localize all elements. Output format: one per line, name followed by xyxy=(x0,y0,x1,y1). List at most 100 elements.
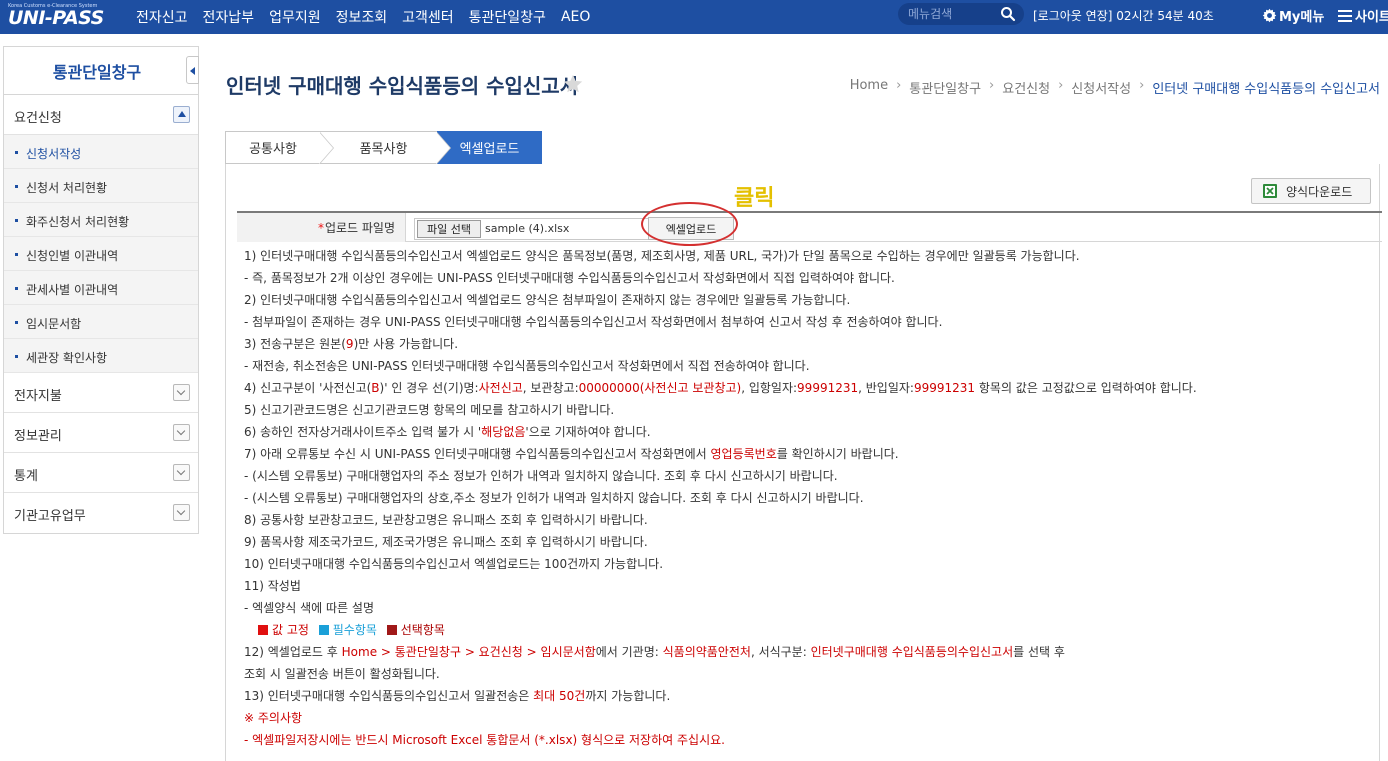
nav-item-aeo[interactable]: AEO xyxy=(561,9,590,25)
instruction-line: 3) 전송구분은 원본(9)만 사용 가능합니다. xyxy=(244,336,1374,358)
page-title: 인터넷 구매대행 수입식품등의 수입신고서 xyxy=(226,74,579,98)
star-icon[interactable] xyxy=(562,73,584,95)
instruction-line: 5) 신고기관코드명은 신고기관코드명 항목의 메모를 참고하시기 바랍니다. xyxy=(244,403,615,417)
sidebar-group-label: 기관고유업무 xyxy=(14,509,86,524)
tab-bar: 공통사항 품목사항 엑셀업로드 xyxy=(225,131,1380,164)
mymenu-button[interactable]: My메뉴 xyxy=(1262,6,1324,25)
instruction-line: - 즉, 품목정보가 2개 이상인 경우에는 UNI-PASS 인터넷구매대행 … xyxy=(244,271,895,285)
highlight-text: 최대 50건 xyxy=(533,689,586,703)
highlight-text: 99991231 xyxy=(913,381,976,395)
sidebar-item-owner-application-status[interactable]: 화주신청서 처리현황 xyxy=(4,203,198,237)
breadcrumb: Home › 통관단일창구 › 요건신청 › 신청서작성 › 인터넷 구매대행 … xyxy=(850,78,1380,97)
tab-excel-upload[interactable]: 엑셀업로드 xyxy=(437,131,542,164)
breadcrumb-requirements[interactable]: 요건신청 xyxy=(1002,78,1050,97)
choose-file-button[interactable]: 파일 선택 xyxy=(417,220,481,238)
sitemap-button[interactable]: 사이트 xyxy=(1338,6,1388,25)
required-swatch xyxy=(318,625,329,635)
upload-field-label: * 업로드 파일명 xyxy=(237,213,406,242)
sitemap-label: 사이트 xyxy=(1355,10,1388,25)
template-download-button[interactable]: 양식다운로드 xyxy=(1251,178,1371,204)
bullet-icon xyxy=(15,185,18,188)
instruction-line: 4) 신고구분이 '사전신고(B)' 인 경우 선(기)명:사전신고, 보관창고… xyxy=(244,380,1374,402)
breadcrumb-home[interactable]: Home xyxy=(850,78,888,97)
nav-item-work-support[interactable]: 업무지원 xyxy=(269,7,321,27)
mymenu-label: My메뉴 xyxy=(1279,10,1325,25)
nav-item-single-window[interactable]: 통관단일창구 xyxy=(469,7,546,27)
sidebar-item-label: 화주신청서 처리현황 xyxy=(26,215,130,229)
search-icon[interactable] xyxy=(1000,6,1016,22)
sidebar-group-requirements[interactable]: 요건신청 xyxy=(4,95,198,135)
breadcrumb-write-application[interactable]: 신청서작성 xyxy=(1071,78,1131,97)
highlight-text: 인터넷구매대행 수입식품등의수입신고서 xyxy=(810,645,1014,659)
instruction-line: 12) 엑셀업로드 후 Home > 통관단일창구 > 요건신청 > 임시문서함… xyxy=(244,644,1374,666)
highlight-text: 사전신고 xyxy=(478,381,523,395)
chevron-down-icon[interactable] xyxy=(173,504,190,521)
highlight-text: 식품의약품안전처 xyxy=(662,645,751,659)
chevron-down-icon[interactable] xyxy=(173,384,190,401)
instruction-line: - 첨부파일이 존재하는 경우 UNI-PASS 인터넷구매대행 수입식품등의수… xyxy=(244,315,943,329)
sidebar-item-label: 신청서 처리현황 xyxy=(26,181,108,195)
file-input[interactable]: 파일 선택 sample (4).xlsx xyxy=(414,218,650,240)
breadcrumb-single-window[interactable]: 통관단일창구 xyxy=(909,78,981,97)
highlight-text: 9 xyxy=(345,337,354,351)
session-timer[interactable]: [로그아웃 연장] 02시간 54분 40초 xyxy=(1033,7,1214,24)
caution-heading: ※ 주의사항 xyxy=(244,711,303,725)
caution-line: - 엑셀파일저장시에는 반드시 Microsoft Excel 통합문서 (*.… xyxy=(244,733,725,747)
instruction-line: 8) 공통사항 보관창고코드, 보관창고명은 유니패스 조회 후 입력하시기 바… xyxy=(244,513,648,527)
instruction-line: - 엑셀양식 색에 따른 설명 xyxy=(244,601,374,615)
nav-item-e-payment[interactable]: 전자납부 xyxy=(203,7,255,27)
tab-arrow-icon xyxy=(436,132,450,164)
bullet-icon xyxy=(15,355,18,358)
text-segment: 에서 기관명: xyxy=(595,645,663,659)
text-segment: )' 인 경우 선(기)명: xyxy=(379,381,479,395)
sidebar-group-e-payment[interactable]: 전자지불 xyxy=(4,373,198,413)
instruction-line: 조회 시 일괄전송 버튼이 활성화됩니다. xyxy=(244,667,440,681)
excel-icon xyxy=(1263,184,1277,198)
uni-pass-logo[interactable]: Korea Customs e-Clearance System UNI-PAS… xyxy=(8,3,108,31)
instruction-line: 2) 인터넷구매대행 수입식품등의수입신고서 엑셀업로드 양식은 첨부파일이 존… xyxy=(244,293,851,307)
color-legend: 값 고정 필수항목 선택항목 xyxy=(244,622,1374,644)
tab-common[interactable]: 공통사항 xyxy=(225,131,321,164)
text-segment: 12) 엑셀업로드 후 xyxy=(244,645,342,659)
hamburger-icon xyxy=(1338,9,1352,22)
nav-item-e-filing[interactable]: 전자신고 xyxy=(136,7,188,27)
sidebar-item-application-status[interactable]: 신청서 처리현황 xyxy=(4,169,198,203)
instruction-line: 10) 인터넷구매대행 수입식품등의수입신고서 엑셀업로드는 100건까지 가능… xyxy=(244,557,664,571)
sidebar-item-customs-confirmation[interactable]: 세관장 확인사항 xyxy=(4,339,198,373)
sidebar-group-agency-tasks[interactable]: 기관고유업무 xyxy=(4,493,198,533)
sidebar-group-info-management[interactable]: 정보관리 xyxy=(4,413,198,453)
highlight-text: 99991231 xyxy=(797,381,859,395)
sidebar-group-label: 전자지불 xyxy=(14,389,62,404)
highlight-text: B xyxy=(371,381,380,395)
text-segment: 13) 인터넷구매대행 수입식품등의수입신고서 일괄전송은 xyxy=(244,689,534,703)
sidebar-item-transfer-by-broker[interactable]: 관세사별 이관내역 xyxy=(4,271,198,305)
text-segment: 4) 신고구분이 '사전신고( xyxy=(244,381,372,395)
instruction-line: 13) 인터넷구매대행 수입식품등의수입신고서 일괄전송은 최대 50건까지 가… xyxy=(244,688,1374,710)
menu-search-input[interactable] xyxy=(908,6,998,22)
required-mark: * xyxy=(317,220,324,235)
bullet-icon xyxy=(15,253,18,256)
nav-item-info-lookup[interactable]: 정보조회 xyxy=(336,7,388,27)
chevron-down-icon[interactable] xyxy=(173,424,190,441)
tab-items[interactable]: 품목사항 xyxy=(320,131,438,164)
upload-form-row: * 업로드 파일명 파일 선택 sample (4).xlsx 엑셀업로드 xyxy=(237,211,1382,242)
text-segment: 3) 전송구분은 원본( xyxy=(244,337,346,351)
breadcrumb-separator-icon: › xyxy=(1139,78,1145,93)
sidebar-item-temp-documents[interactable]: 임시문서함 xyxy=(4,305,198,339)
sidebar-group-label: 요건신청 xyxy=(14,111,62,126)
chevron-up-icon[interactable] xyxy=(173,106,190,123)
sidebar-item-write-application[interactable]: 신청서작성 xyxy=(4,135,198,169)
highlight-text: 00000000(사전신고 보관창고) xyxy=(578,381,742,395)
sidebar-item-transfer-by-applicant[interactable]: 신청인별 이관내역 xyxy=(4,237,198,271)
text-segment: , 보관창고: xyxy=(522,381,579,395)
instruction-line: 6) 송하인 전자상거래사이트주소 입력 불가 시 '해당없음'으로 기재하여야… xyxy=(244,424,1374,446)
nav-item-customer-center[interactable]: 고객센터 xyxy=(402,7,454,27)
text-segment: , 입항일자: xyxy=(741,381,798,395)
tab-label: 엑셀업로드 xyxy=(459,142,520,157)
chevron-down-icon[interactable] xyxy=(173,464,190,481)
text-segment: 를 확인하시기 바랍니다. xyxy=(776,447,899,461)
sidebar-collapse-button[interactable] xyxy=(186,56,199,84)
menu-search-box xyxy=(898,3,1024,25)
upload-label-text: 업로드 파일명 xyxy=(324,221,395,235)
sidebar-group-statistics[interactable]: 통계 xyxy=(4,453,198,493)
